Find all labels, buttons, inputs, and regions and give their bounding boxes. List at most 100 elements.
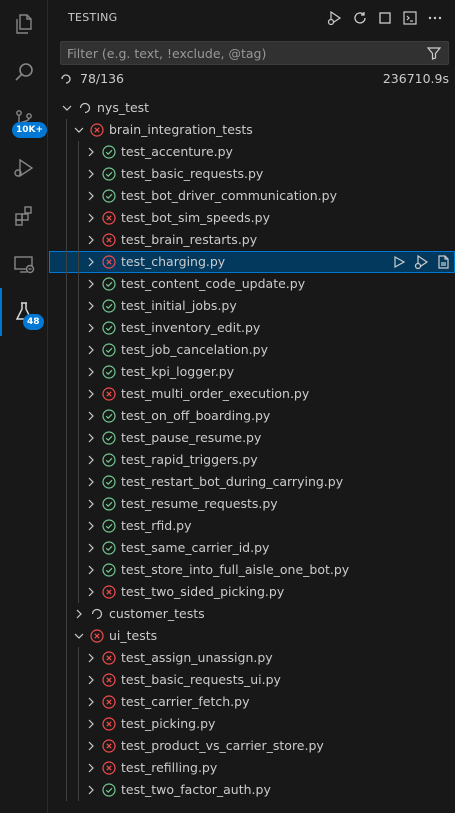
tree-row[interactable]: test_inventory_edit.py <box>49 317 455 339</box>
chevron-right-icon[interactable] <box>83 188 99 204</box>
source-control-badge: 10K+ <box>12 122 48 138</box>
tree-row[interactable]: test_restart_bot_during_carrying.py <box>49 471 455 493</box>
chevron-right-icon[interactable] <box>83 166 99 182</box>
indent-guide <box>78 779 79 801</box>
chevron-right-icon[interactable] <box>83 144 99 160</box>
chevron-right-icon[interactable] <box>83 540 99 556</box>
extensions-button[interactable] <box>0 192 48 240</box>
chevron-right-icon[interactable] <box>83 298 99 314</box>
pass-icon <box>101 430 117 446</box>
tree-row[interactable]: test_picking.py <box>49 713 455 735</box>
chevron-right-icon[interactable] <box>83 386 99 402</box>
tree-row[interactable]: nys_test <box>49 97 455 119</box>
spinner-icon <box>60 73 72 89</box>
activity-bar: 10K+ 48 <box>0 0 48 813</box>
terminal-icon[interactable] <box>401 9 419 27</box>
chevron-right-icon[interactable] <box>83 232 99 248</box>
tree-row[interactable]: test_rapid_triggers.py <box>49 449 455 471</box>
indent-guide <box>78 317 79 339</box>
chevron-right-icon[interactable] <box>83 210 99 226</box>
tree-row[interactable]: test_brain_restarts.py <box>49 229 455 251</box>
tree-row[interactable]: test_kpi_logger.py <box>49 361 455 383</box>
tree-row[interactable]: test_job_cancelation.py <box>49 339 455 361</box>
debug-tests-icon[interactable] <box>325 9 343 27</box>
tree-row[interactable]: test_same_carrier_id.py <box>49 537 455 559</box>
chevron-right-icon[interactable] <box>83 320 99 336</box>
tree-row[interactable]: test_carrier_fetch.py <box>49 691 455 713</box>
tree-row[interactable]: test_basic_requests.py <box>49 163 455 185</box>
chevron-right-icon[interactable] <box>83 276 99 292</box>
chevron-right-icon[interactable] <box>83 782 99 798</box>
chevron-down-icon[interactable] <box>59 100 75 116</box>
chevron-right-icon[interactable] <box>83 474 99 490</box>
stop-icon[interactable] <box>376 9 394 27</box>
tree-row-label: test_store_into_full_aisle_one_bot.py <box>121 562 350 577</box>
debug-test-icon[interactable] <box>413 254 429 270</box>
run-test-icon[interactable] <box>391 254 407 270</box>
tree-row[interactable]: test_bot_sim_speeds.py <box>49 207 455 229</box>
chevron-right-icon[interactable] <box>83 452 99 468</box>
indent-guide <box>66 449 67 471</box>
tree-row[interactable]: test_rfid.py <box>49 515 455 537</box>
tree-row[interactable]: test_bot_driver_communication.py <box>49 185 455 207</box>
tree-row[interactable]: brain_integration_tests <box>49 119 455 141</box>
chevron-right-icon[interactable] <box>83 672 99 688</box>
more-actions-icon[interactable] <box>426 9 444 27</box>
tree-row[interactable]: test_basic_requests_ui.py <box>49 669 455 691</box>
tree-row-label: test_on_off_boarding.py <box>121 408 271 423</box>
go-to-test-icon[interactable] <box>435 254 451 270</box>
chevron-right-icon[interactable] <box>83 760 99 776</box>
search-button[interactable] <box>0 48 48 96</box>
tree-row[interactable]: test_two_sided_picking.py <box>49 581 455 603</box>
tree-row[interactable]: test_multi_order_execution.py <box>49 383 455 405</box>
chevron-right-icon[interactable] <box>83 496 99 512</box>
indent-guide <box>78 273 79 295</box>
chevron-right-icon[interactable] <box>83 408 99 424</box>
indent-guide <box>78 251 79 273</box>
indent-guide <box>78 515 79 537</box>
tree-row-label: customer_tests <box>109 606 205 621</box>
indent-guide <box>66 735 67 757</box>
tree-row[interactable]: test_two_factor_auth.py <box>49 779 455 801</box>
run-debug-button[interactable] <box>0 144 48 192</box>
tree-row[interactable]: ui_tests <box>49 625 455 647</box>
chevron-right-icon[interactable] <box>83 430 99 446</box>
chevron-right-icon[interactable] <box>83 738 99 754</box>
tree-row[interactable]: test_accenture.py <box>49 141 455 163</box>
chevron-right-icon[interactable] <box>83 650 99 666</box>
remote-explorer-button[interactable] <box>0 240 48 288</box>
chevron-right-icon[interactable] <box>83 584 99 600</box>
tree-row[interactable]: test_pause_resume.py <box>49 427 455 449</box>
testing-button[interactable]: 48 <box>0 288 48 336</box>
test-count: 78/136 <box>80 71 124 86</box>
chevron-right-icon[interactable] <box>83 254 99 270</box>
tree-row[interactable]: test_on_off_boarding.py <box>49 405 455 427</box>
pass-icon <box>101 474 117 490</box>
tree-row[interactable]: test_refilling.py <box>49 757 455 779</box>
chevron-down-icon[interactable] <box>71 122 87 138</box>
chevron-down-icon[interactable] <box>71 628 87 644</box>
source-control-button[interactable]: 10K+ <box>0 96 48 144</box>
tree-row-label: test_rapid_triggers.py <box>121 452 258 467</box>
filter-icon[interactable] <box>426 45 442 61</box>
tree-row[interactable]: test_content_code_update.py <box>49 273 455 295</box>
chevron-right-icon[interactable] <box>83 562 99 578</box>
chevron-right-icon[interactable] <box>83 364 99 380</box>
chevron-right-icon[interactable] <box>83 716 99 732</box>
tree-row[interactable]: test_charging.py <box>49 251 455 273</box>
chevron-right-icon[interactable] <box>83 694 99 710</box>
tree-row[interactable]: test_initial_jobs.py <box>49 295 455 317</box>
filter-input[interactable] <box>67 44 417 62</box>
tree-row[interactable]: test_product_vs_carrier_store.py <box>49 735 455 757</box>
tree-row[interactable]: test_store_into_full_aisle_one_bot.py <box>49 559 455 581</box>
tree-row[interactable]: test_resume_requests.py <box>49 493 455 515</box>
chevron-right-icon[interactable] <box>83 518 99 534</box>
indent-guide <box>78 757 79 779</box>
chevron-right-icon[interactable] <box>83 342 99 358</box>
indent-guide <box>78 691 79 713</box>
chevron-right-icon[interactable] <box>71 606 87 622</box>
tree-row[interactable]: customer_tests <box>49 603 455 625</box>
refresh-icon[interactable] <box>351 9 369 27</box>
explorer-button[interactable] <box>0 0 48 48</box>
tree-row[interactable]: test_assign_unassign.py <box>49 647 455 669</box>
